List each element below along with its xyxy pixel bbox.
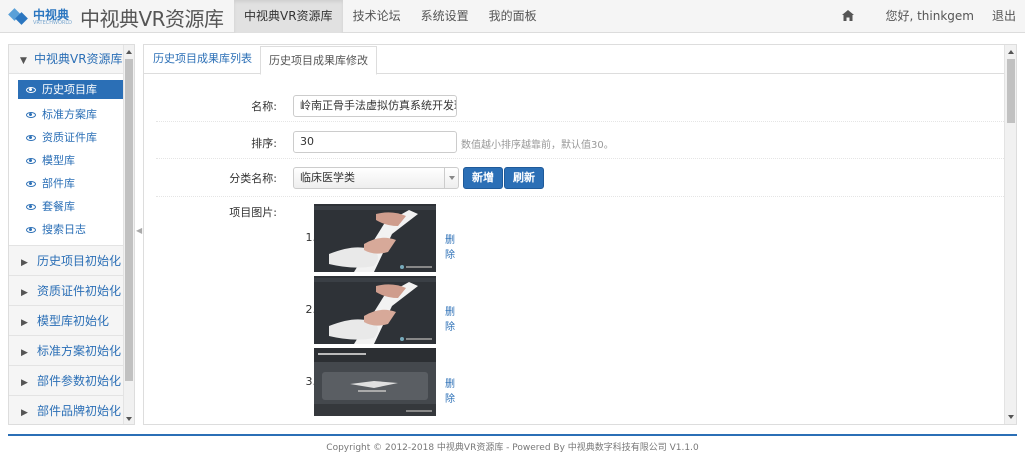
footer-copyright: Copyright © 2012-2018 中视典VR资源库 - Powered…: [326, 443, 699, 453]
eye-icon: [26, 86, 36, 93]
refresh-button[interactable]: 刷新: [504, 167, 544, 189]
form-row-sort: 排序: 30 数值越小排序越靠前，默认值30。: [156, 126, 1004, 159]
project-image-thumbnail: [314, 204, 436, 272]
nav-item-system-settings[interactable]: 系统设置: [411, 0, 479, 33]
tab-history-list[interactable]: 历史项目成果库列表: [145, 45, 260, 74]
sidebar-item-certificates[interactable]: 资质证件库: [18, 126, 125, 149]
project-image-thumbnail: [314, 276, 436, 344]
eye-icon: [26, 226, 36, 233]
sidebar-item-parts[interactable]: 部件库: [18, 172, 125, 195]
name-input[interactable]: 岭南正骨手法虚拟仿真系统开发环: [293, 95, 457, 117]
sidebar-group-part-param-init[interactable]: ▶ 部件参数初始化: [9, 366, 134, 396]
sort-help-text: 数值越小排序越靠前，默认值30。: [461, 140, 614, 151]
tab-bar: 历史项目成果库列表 历史项目成果库修改: [144, 45, 1004, 75]
home-icon[interactable]: [842, 0, 856, 33]
category-select[interactable]: 临床医学类: [293, 167, 459, 189]
scroll-down-icon[interactable]: [1008, 415, 1014, 419]
scroll-up-icon[interactable]: [126, 50, 132, 54]
main-nav: 中视典VR资源库 技术论坛 系统设置 我的面板: [234, 0, 547, 33]
nav-item-forum[interactable]: 技术论坛: [343, 0, 411, 33]
chevron-right-icon: ▶: [21, 258, 28, 268]
user-greeting[interactable]: 您好, thinkgem: [876, 0, 983, 33]
nav-item-my-panel[interactable]: 我的面板: [479, 0, 547, 33]
eye-icon: [26, 157, 36, 164]
delete-image-link[interactable]: 删除: [445, 231, 455, 261]
sort-label: 排序:: [251, 137, 277, 150]
chevron-down-icon: [444, 168, 458, 188]
chevron-right-icon: ▶: [21, 378, 28, 388]
delete-image-link[interactable]: 删除: [445, 303, 455, 333]
main-panel: 历史项目成果库列表 历史项目成果库修改 名称: 岭南正骨手法虚拟仿真系统开发环 …: [143, 44, 1017, 425]
sidebar-group-certificate-init[interactable]: ▶ 资质证件初始化: [9, 276, 134, 306]
sidebar: ▼ 中视典VR资源库 历史项目库 标准方案库 资质证件库 模型库 部件库 套餐库 …: [8, 44, 135, 425]
sidebar-item-search-log[interactable]: 搜索日志: [18, 218, 125, 241]
sidebar-item-history-projects[interactable]: 历史项目库: [18, 80, 125, 99]
brand-logo-icon: [8, 8, 30, 26]
scrollbar-thumb[interactable]: [125, 59, 133, 381]
project-image-thumbnail: [314, 348, 436, 416]
sidebar-group-standard-init[interactable]: ▶ 标准方案初始化: [9, 336, 134, 366]
delete-image-link[interactable]: 删除: [445, 375, 455, 405]
scroll-down-icon[interactable]: [126, 417, 132, 421]
form-row-name: 名称: 岭南正骨手法虚拟仿真系统开发环: [156, 89, 1004, 122]
eye-icon: [26, 134, 36, 141]
sidebar-group-vr-library[interactable]: ▼ 中视典VR资源库: [9, 45, 134, 74]
eye-icon: [26, 111, 36, 118]
chevron-right-icon: ▶: [21, 348, 28, 358]
footer-divider: [8, 434, 1017, 436]
form-row-category: 分类名称: 临床医学类 新增 刷新: [156, 162, 1004, 197]
brand-title: 中视典VR资源库: [79, 6, 224, 31]
chevron-right-icon: ▶: [21, 408, 28, 418]
sidebar-item-models[interactable]: 模型库: [18, 149, 125, 172]
sidebar-group-history-init[interactable]: ▶ 历史项目初始化: [9, 246, 134, 276]
top-navbar: 中视典 VRTECHWORLD 中视典VR资源库 中视典VR资源库 技术论坛 系…: [0, 0, 1025, 33]
nav-item-vr-library[interactable]: 中视典VR资源库: [234, 0, 343, 33]
main-scrollbar[interactable]: [1004, 45, 1016, 424]
sidebar-scrollbar[interactable]: [123, 45, 134, 424]
chevron-right-icon: ▶: [21, 288, 28, 298]
tab-history-edit[interactable]: 历史项目成果库修改: [260, 46, 377, 75]
scroll-up-icon[interactable]: [1008, 50, 1014, 54]
sort-input[interactable]: 30: [293, 131, 457, 153]
chevron-down-icon: ▼: [20, 56, 27, 66]
sidebar-group-part-brand-init[interactable]: ▶ 部件品牌初始化: [9, 396, 134, 424]
sidebar-collapse-handle[interactable]: ◀: [136, 226, 142, 235]
add-button[interactable]: 新增: [463, 167, 503, 189]
brand-logo-en: VRTECHWORLD: [33, 19, 72, 26]
eye-icon: [26, 203, 36, 210]
sidebar-item-packages[interactable]: 套餐库: [18, 195, 125, 218]
name-label: 名称:: [251, 100, 277, 113]
scrollbar-thumb[interactable]: [1007, 59, 1015, 123]
sidebar-group-model-init[interactable]: ▶ 模型库初始化: [9, 306, 134, 336]
logout-link[interactable]: 退出: [983, 0, 1025, 33]
image-label: 项目图片:: [229, 206, 277, 219]
eye-icon: [26, 180, 36, 187]
chevron-right-icon: ▶: [21, 318, 28, 328]
brand[interactable]: 中视典 VRTECHWORLD 中视典VR资源库: [8, 4, 224, 31]
sidebar-item-standard-plans[interactable]: 标准方案库: [18, 103, 125, 126]
sidebar-submenu: 历史项目库 标准方案库 资质证件库 模型库 部件库 套餐库 搜索日志: [9, 74, 134, 246]
category-label: 分类名称:: [229, 172, 277, 185]
brand-logo-cn: 中视典: [33, 7, 70, 22]
